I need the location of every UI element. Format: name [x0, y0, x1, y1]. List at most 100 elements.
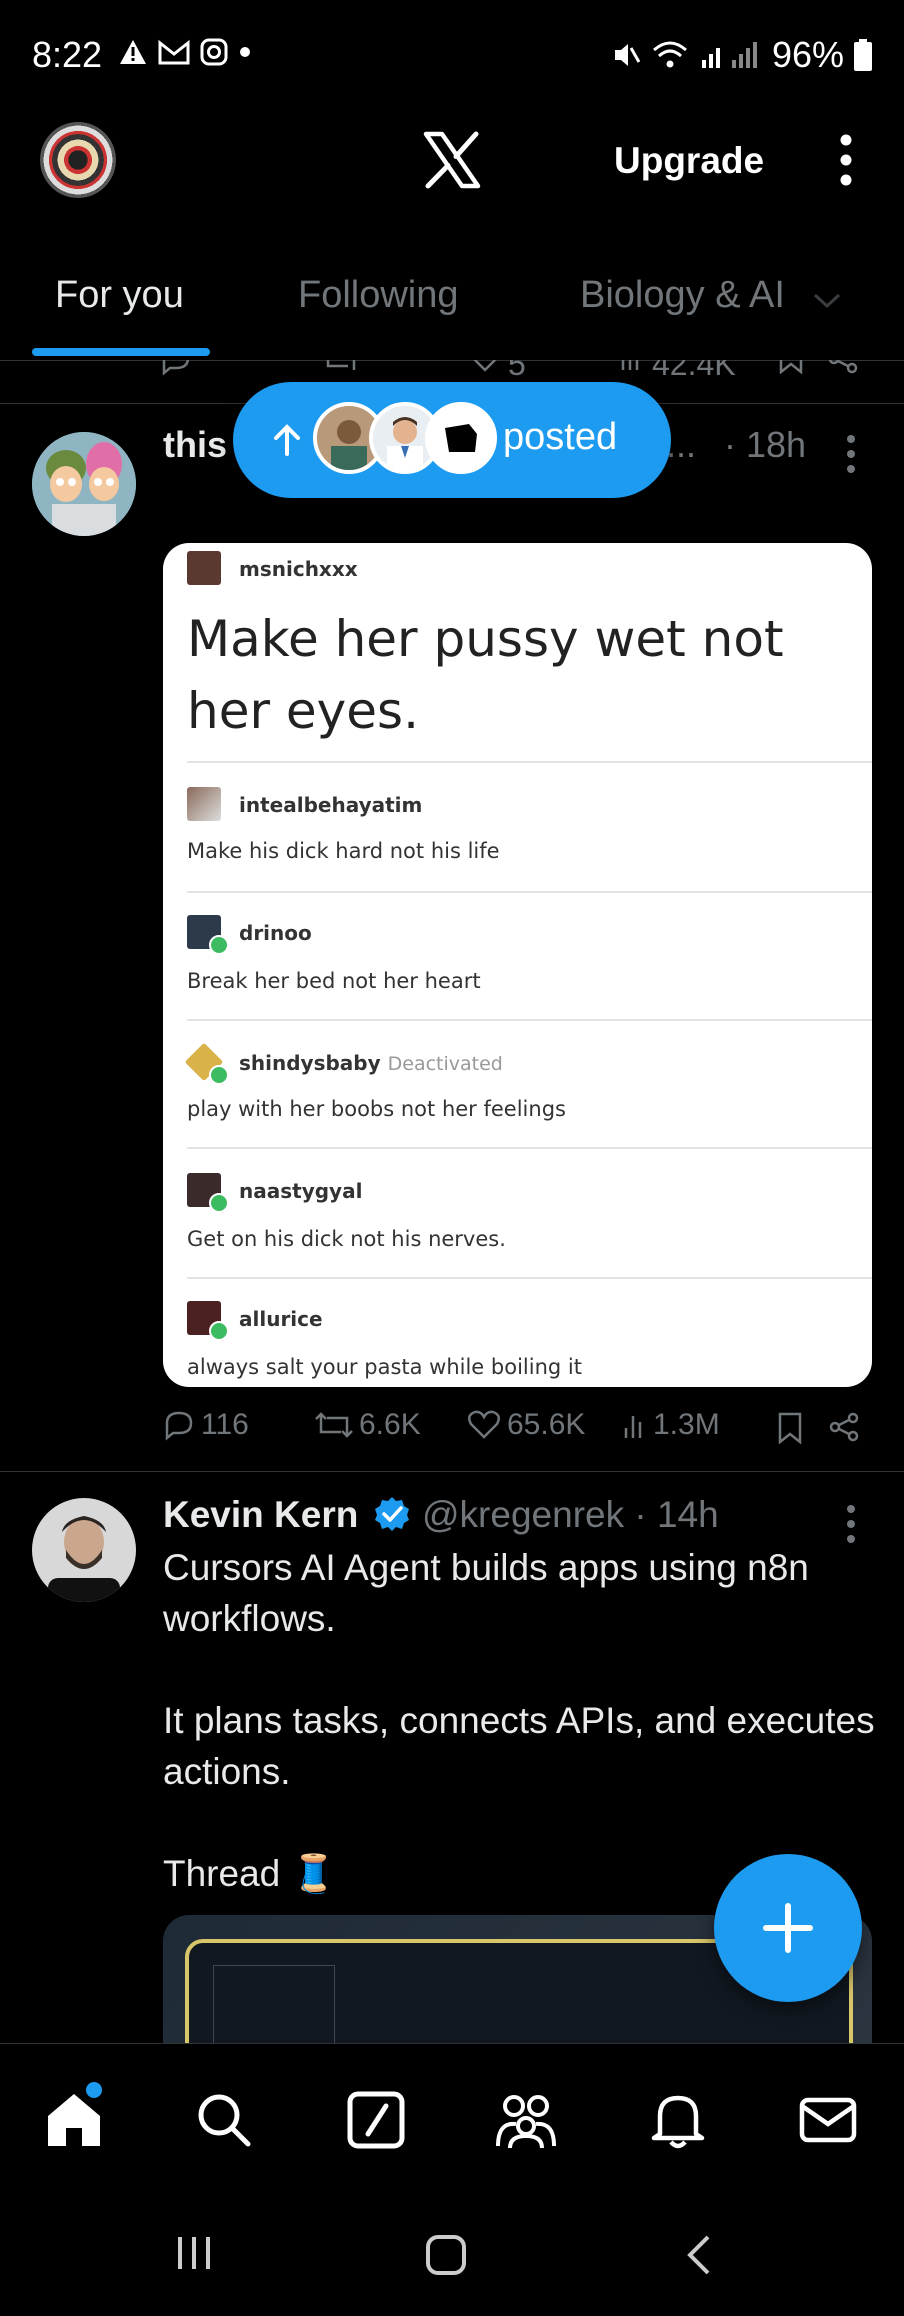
tweet-image[interactable]: msnichxxx Make her pussy wet not her eye…: [163, 543, 872, 1387]
divider: [187, 891, 872, 893]
reply-count: 116: [201, 1408, 249, 1441]
tab-indicator: [32, 348, 210, 356]
instagram-icon: [200, 38, 228, 66]
share-icon[interactable]: [829, 1412, 859, 1442]
bottom-nav: [0, 2043, 904, 2194]
tweet-more-icon[interactable]: [845, 1504, 857, 1544]
reply-button[interactable]: 116: [163, 1408, 249, 1442]
status-bar: 8:22 96%: [0, 0, 904, 110]
battery-icon: [854, 39, 872, 71]
new-posts-pill[interactable]: posted: [233, 382, 671, 498]
plus-icon: [763, 1903, 813, 1953]
notifications-icon[interactable]: [648, 2090, 708, 2150]
tweet-time: · 18h: [724, 424, 807, 465]
repost-icon: [315, 1412, 353, 1438]
divider: [187, 1147, 872, 1149]
home-notification-dot: [86, 2082, 102, 2098]
like-button[interactable]: 65.6K: [467, 1408, 585, 1442]
tab-for-you[interactable]: For you: [55, 274, 184, 317]
arrow-up-icon: [274, 424, 300, 456]
status-right: 96%: [612, 34, 872, 76]
grok-icon[interactable]: [346, 2090, 406, 2150]
op-user-avatar: [187, 551, 221, 585]
bookmark-icon[interactable]: [777, 1412, 803, 1444]
comment-text: always salt your pasta while boiling it: [187, 1355, 582, 1379]
poster-avatar: [425, 402, 497, 474]
comment-username: intealbehayatim: [239, 793, 423, 817]
badge-icon: [209, 1321, 229, 1341]
repost-icon[interactable]: [320, 360, 360, 374]
tweet-author-avatar[interactable]: [32, 1498, 136, 1602]
upgrade-button[interactable]: Upgrade: [614, 140, 764, 182]
badge-icon: [209, 1193, 229, 1213]
new-posts-label: posted: [503, 416, 618, 458]
divider: [0, 1471, 904, 1472]
search-icon[interactable]: [194, 2090, 254, 2150]
system-nav-bar: [0, 2193, 904, 2316]
mute-icon: [614, 44, 640, 66]
person-avatar-image: [32, 1498, 136, 1602]
badge-icon: [209, 1065, 229, 1085]
badge-icon: [209, 935, 229, 955]
divider: [187, 1277, 872, 1279]
signal-icon: [701, 42, 757, 68]
comment-username: drinoo: [239, 921, 312, 945]
comment-text: Make his dick hard not his life: [187, 839, 500, 863]
tweet-more-icon[interactable]: [845, 434, 857, 474]
op-text: Make her pussy wet not her eyes.: [187, 610, 784, 740]
tab-following[interactable]: Following: [298, 274, 459, 317]
x-logo-icon[interactable]: [420, 128, 484, 192]
comment-username: allurice: [239, 1307, 323, 1331]
prev-like-count: 5: [508, 360, 526, 382]
views-icon: [624, 1416, 642, 1438]
profile-avatar[interactable]: [40, 122, 116, 198]
battery-text: 96%: [771, 34, 844, 75]
dot-icon: [240, 47, 250, 57]
tweet-handle-time: @kregenrek · 14h: [422, 1494, 719, 1535]
tweet-actions: 116 6.6K 65.6K 1.3M: [163, 1408, 863, 1452]
bookmark-icon[interactable]: [778, 360, 804, 374]
op-username: msnichxxx: [239, 557, 358, 581]
tweet-author-name[interactable]: Kevin Kern: [163, 1494, 358, 1536]
comment-username: naastygyal: [239, 1179, 363, 1203]
tweet-author-name[interactable]: this: [163, 424, 227, 466]
repost-count: 6.6K: [359, 1408, 421, 1441]
notification-icons: [118, 38, 252, 66]
back-icon[interactable]: [684, 2233, 714, 2277]
view-count: 1.3M: [653, 1408, 720, 1441]
reply-icon[interactable]: [160, 360, 192, 376]
messages-icon[interactable]: [798, 2090, 858, 2150]
chevron-down-icon[interactable]: [812, 292, 842, 310]
divider: [187, 1019, 872, 1021]
deactivated-label: Deactivated: [387, 1053, 503, 1075]
like-icon: [467, 1410, 501, 1439]
views-icon[interactable]: [620, 360, 644, 372]
comment-username: shindysbaby: [239, 1051, 381, 1075]
home-system-icon[interactable]: [424, 2233, 468, 2277]
comment-username-row: shindysbaby Deactivated: [239, 1051, 503, 1075]
tweet-body: Cursors AI Agent builds apps using n8n w…: [163, 1547, 875, 1894]
prev-view-count: 42.4K: [652, 360, 736, 382]
home-icon[interactable]: [44, 2090, 104, 2150]
comment-text: Break her bed not her heart: [187, 969, 481, 993]
tweet-author-avatar[interactable]: [32, 432, 136, 536]
recent-apps-icon[interactable]: [174, 2233, 214, 2273]
like-icon[interactable]: [468, 360, 502, 374]
status-time: 8:22: [32, 34, 103, 75]
comment-text: play with her boobs not her feelings: [187, 1097, 566, 1121]
tab-biology-ai[interactable]: Biology & AI: [580, 274, 785, 317]
like-count: 65.6K: [507, 1408, 586, 1441]
comment-text: Get on his dick not his nerves.: [187, 1227, 506, 1251]
divider: [187, 761, 872, 763]
reply-icon: [165, 1411, 193, 1441]
gmail-icon: [158, 39, 190, 65]
comment-avatar: [187, 787, 221, 821]
more-vertical-icon[interactable]: [838, 134, 854, 186]
views-button[interactable]: 1.3M: [623, 1408, 720, 1442]
communities-icon[interactable]: [496, 2090, 556, 2150]
cartoon-avatar-image: [32, 432, 136, 536]
verified-badge-icon: [375, 1497, 409, 1531]
repost-button[interactable]: 6.6K: [313, 1408, 421, 1442]
compose-button[interactable]: [714, 1854, 862, 2002]
share-icon[interactable]: [828, 360, 858, 374]
